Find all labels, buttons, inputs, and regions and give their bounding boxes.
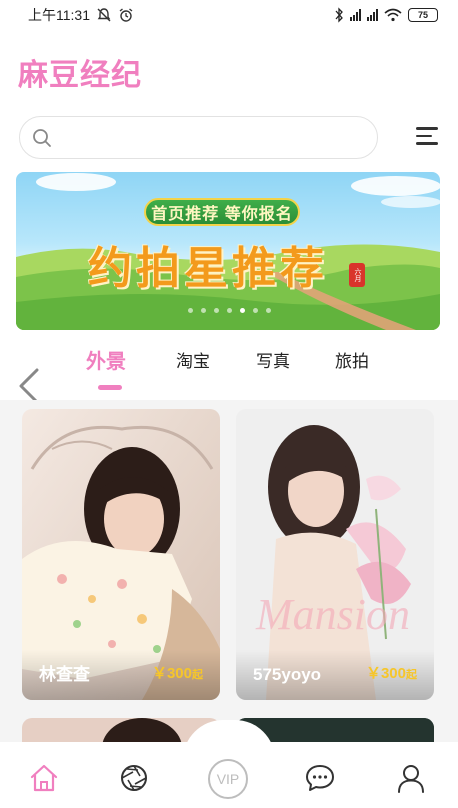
status-time: 上午11:31 <box>28 7 90 23</box>
tab-travel[interactable]: 旅拍 <box>335 347 369 372</box>
tab-taobao[interactable]: 淘宝 <box>176 347 210 372</box>
menu-icon[interactable] <box>416 127 438 147</box>
pagination-dot-active[interactable] <box>239 308 245 313</box>
status-right: 75 <box>334 7 438 23</box>
bluetooth-icon <box>335 7 343 23</box>
app-title: 麻豆经纪 <box>18 59 142 92</box>
photo-watermark: Mansion <box>255 590 410 639</box>
model-price: ￥300起 <box>366 662 417 683</box>
banner-seal: 六月 <box>349 263 365 287</box>
price-value: ￥300 <box>365 665 406 682</box>
app-screen: 上午11:31 75 麻豆经纪 首页推荐 等你报名 约拍星推荐 六月 外景 淘宝… <box>0 0 458 808</box>
lens-icon[interactable] <box>118 762 150 794</box>
status-left: 上午11:31 <box>28 5 134 25</box>
model-name: 林查查 <box>39 665 90 684</box>
price-suffix: 起 <box>406 669 417 681</box>
battery-indicator: 75 <box>408 8 438 22</box>
model-card[interactable]: 林查查 ￥300起 <box>22 409 220 700</box>
pagination-dot[interactable] <box>265 308 271 313</box>
notification-off-icon <box>97 8 111 22</box>
chat-icon[interactable] <box>304 762 336 794</box>
alarm-icon <box>119 8 133 22</box>
vip-icon[interactable]: VIP <box>208 759 248 799</box>
user-icon[interactable] <box>395 762 427 794</box>
pagination-dot[interactable] <box>200 308 206 313</box>
tab-indicator <box>98 385 122 390</box>
price-value: ￥300 <box>151 665 192 682</box>
banner-title: 约拍星推荐 <box>88 243 328 294</box>
wifi-icon <box>384 8 402 22</box>
status-bar: 上午11:31 75 <box>0 0 458 30</box>
pagination-dot[interactable] <box>187 308 193 313</box>
search-icon <box>33 129 51 147</box>
model-name: 575yoyo <box>253 665 322 684</box>
cell-signal-1-icon <box>350 9 361 21</box>
cell-signal-2-icon <box>367 9 378 21</box>
tab-outdoor[interactable]: 外景 <box>86 345 126 374</box>
search-input[interactable] <box>19 116 378 159</box>
model-card[interactable]: Mansion 575yoyo ￥300起 <box>236 409 434 700</box>
banner-pill: 首页推荐 等你报名 <box>144 198 300 226</box>
pagination-dot[interactable] <box>226 308 232 313</box>
home-icon[interactable] <box>28 762 60 794</box>
model-price: ￥300起 <box>152 662 203 683</box>
tab-portrait[interactable]: 写真 <box>256 347 290 372</box>
pagination-dot[interactable] <box>213 308 219 313</box>
pagination-dot[interactable] <box>252 308 258 313</box>
price-suffix: 起 <box>192 669 203 681</box>
banner-pagination <box>0 308 458 313</box>
